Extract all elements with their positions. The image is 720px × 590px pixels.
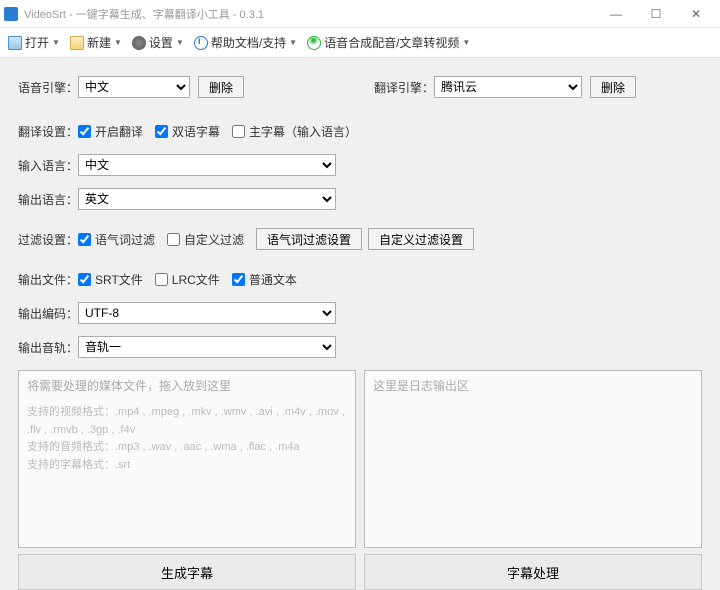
select-output-track[interactable]: 音轨一 — [78, 336, 336, 358]
label-output-track: 输出音轨： — [18, 339, 78, 356]
check-plain[interactable]: 普通文本 — [232, 271, 297, 288]
settings-label: 设置 — [149, 34, 173, 51]
maximize-button[interactable]: ☐ — [636, 0, 676, 28]
panes-container: 将需要处理的媒体文件，拖入放到这里 支持的视频格式：.mp4 , .mpeg ,… — [18, 370, 702, 548]
main-content: 语音引擎： 中文 删除 翻译引擎： 腾讯云 删除 翻译设置： 开启翻译 双语字幕… — [0, 58, 720, 590]
bottom-buttons: 生成字幕 字幕处理 — [18, 554, 702, 590]
tts-menu[interactable]: 语音合成配音/文章转视频 ▼ — [307, 34, 470, 51]
title-bar: VideoSrt - 一键字幕生成、字幕翻译小工具 - 0.3.1 — ☐ ✕ — [0, 0, 720, 28]
close-button[interactable]: ✕ — [676, 0, 716, 28]
label-output-file: 输出文件： — [18, 271, 78, 288]
sound-icon — [307, 36, 321, 50]
row-voice-engine: 语音引擎： 中文 删除 翻译引擎： 腾讯云 删除 — [18, 76, 702, 98]
delete-voice-engine-button[interactable]: 删除 — [198, 76, 244, 98]
select-input-lang[interactable]: 中文 — [78, 154, 336, 176]
file-new-icon — [70, 36, 84, 50]
label-filter-settings: 过滤设置： — [18, 231, 78, 248]
new-menu[interactable]: 新建 ▼ — [70, 34, 122, 51]
settings-menu[interactable]: 设置 ▼ — [132, 34, 184, 51]
subtitle-process-button[interactable]: 字幕处理 — [364, 554, 702, 590]
open-menu[interactable]: 打开 ▼ — [8, 34, 60, 51]
chevron-down-icon: ▼ — [52, 38, 60, 47]
info-icon — [194, 36, 208, 50]
select-voice-engine[interactable]: 中文 — [78, 76, 190, 98]
help-label: 帮助文档/支持 — [211, 34, 286, 51]
row-filter-settings: 过滤设置： 语气词过滤 自定义过滤 语气词过滤设置 自定义过滤设置 — [18, 228, 702, 250]
delete-trans-engine-button[interactable]: 删除 — [590, 76, 636, 98]
check-srt[interactable]: SRT文件 — [78, 271, 143, 288]
drop-title: 将需要处理的媒体文件，拖入放到这里 — [27, 377, 347, 394]
media-drop-pane[interactable]: 将需要处理的媒体文件，拖入放到这里 支持的视频格式：.mp4 , .mpeg ,… — [18, 370, 356, 548]
check-enable-trans[interactable]: 开启翻译 — [78, 123, 143, 140]
window-title: VideoSrt - 一键字幕生成、字幕翻译小工具 - 0.3.1 — [24, 6, 596, 22]
label-trans-engine: 翻译引擎： — [374, 79, 434, 96]
label-trans-settings: 翻译设置： — [18, 123, 78, 140]
check-lrc[interactable]: LRC文件 — [155, 271, 220, 288]
check-main-sub[interactable]: 主字幕（输入语言） — [232, 123, 357, 140]
toolbar: 打开 ▼ 新建 ▼ 设置 ▼ 帮助文档/支持 ▼ 语音合成配音/文章转视频 ▼ — [0, 28, 720, 58]
minimize-button[interactable]: — — [596, 0, 636, 28]
custom-filter-settings-button[interactable]: 自定义过滤设置 — [368, 228, 474, 250]
select-trans-engine[interactable]: 腾讯云 — [434, 76, 582, 98]
row-output-track: 输出音轨： 音轨一 — [18, 336, 702, 358]
row-output-lang: 输出语言： 英文 — [18, 188, 702, 210]
app-icon — [4, 7, 18, 21]
tts-label: 语音合成配音/文章转视频 — [324, 34, 459, 51]
check-custom-filter[interactable]: 自定义过滤 — [167, 231, 244, 248]
row-trans-settings: 翻译设置： 开启翻译 双语字幕 主字幕（输入语言） — [18, 120, 702, 142]
modal-filter-settings-button[interactable]: 语气词过滤设置 — [256, 228, 362, 250]
row-output-encode: 输出编码： UTF-8 — [18, 302, 702, 324]
supported-video: 支持的视频格式：.mp4 , .mpeg , .mkv , .wmv , .av… — [27, 404, 347, 439]
open-label: 打开 — [25, 34, 49, 51]
label-input-lang: 输入语言： — [18, 157, 78, 174]
generate-subtitle-button[interactable]: 生成字幕 — [18, 554, 356, 590]
label-output-encode: 输出编码： — [18, 305, 78, 322]
log-title: 这里是日志输出区 — [373, 377, 693, 394]
label-output-lang: 输出语言： — [18, 191, 78, 208]
row-input-lang: 输入语言： 中文 — [18, 154, 702, 176]
row-output-file: 输出文件： SRT文件 LRC文件 普通文本 — [18, 268, 702, 290]
log-output-pane: 这里是日志输出区 — [364, 370, 702, 548]
supported-subtitle: 支持的字幕格式：.srt — [27, 457, 347, 475]
chevron-down-icon: ▼ — [114, 38, 122, 47]
select-output-lang[interactable]: 英文 — [78, 188, 336, 210]
new-label: 新建 — [87, 34, 111, 51]
label-voice-engine: 语音引擎： — [18, 79, 78, 96]
gear-icon — [132, 36, 146, 50]
check-bilingual[interactable]: 双语字幕 — [155, 123, 220, 140]
help-menu[interactable]: 帮助文档/支持 ▼ — [194, 34, 297, 51]
folder-open-icon — [8, 36, 22, 50]
chevron-down-icon: ▼ — [289, 38, 297, 47]
check-modal-filter[interactable]: 语气词过滤 — [78, 231, 155, 248]
select-output-encode[interactable]: UTF-8 — [78, 302, 336, 324]
chevron-down-icon: ▼ — [462, 38, 470, 47]
chevron-down-icon: ▼ — [176, 38, 184, 47]
supported-audio: 支持的音频格式：.mp3 , .wav , .aac , .wma , .fla… — [27, 439, 347, 457]
